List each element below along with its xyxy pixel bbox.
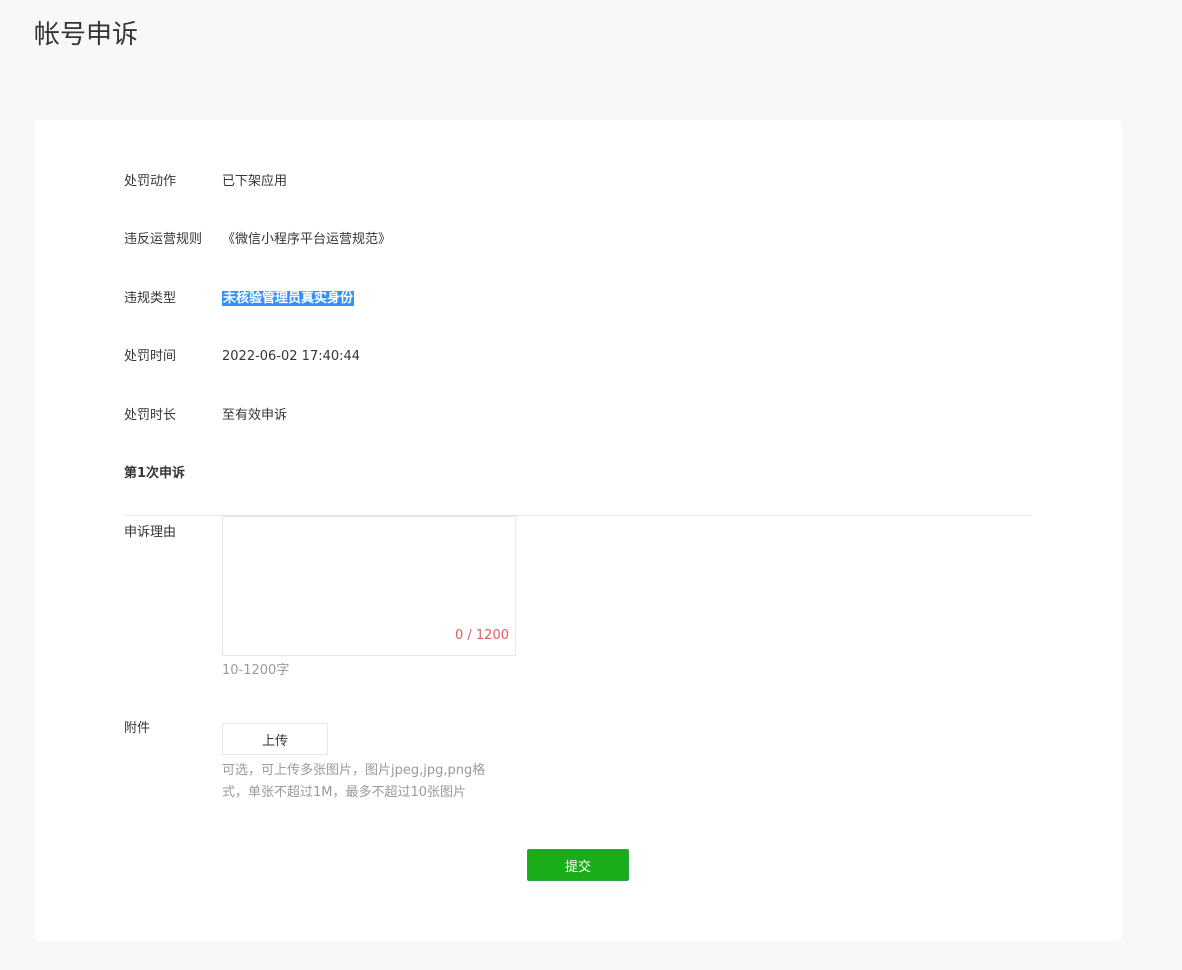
attachment-label: 附件 [124, 721, 151, 736]
violation-type-value: 未核验管理员真实身份 [222, 291, 355, 306]
appeal-section-title: 第1次申诉 [124, 466, 186, 481]
punish-duration-value: 至有效申诉 [222, 408, 288, 423]
reason-textarea-box: 0 / 1200 [222, 516, 516, 656]
attachment-hint-line2: 式，单张不超过1M，最多不超过10张图片 [222, 785, 467, 800]
appeal-card: 处罚动作 已下架应用 违反运营规则 《微信小程序平台运营规范》 违规类型 未核验… [34, 120, 1122, 941]
punish-action-label: 处罚动作 [124, 174, 177, 189]
reason-counter: 0 / 1200 [455, 628, 509, 643]
page-title: 帐号申诉 [34, 20, 139, 50]
punish-duration-label: 处罚时长 [124, 408, 177, 423]
punish-action-value: 已下架应用 [222, 174, 288, 189]
violation-type-label: 违规类型 [124, 291, 177, 306]
punish-time-label: 处罚时间 [124, 349, 177, 364]
rule-label: 违反运营规则 [124, 232, 203, 247]
attachment-hint-line1: 可选，可上传多张图片，图片jpeg,jpg,png格 [222, 763, 486, 778]
submit-button[interactable]: 提交 [527, 849, 629, 881]
violation-type-value-wrap: 未核验管理员真实身份 [222, 289, 355, 309]
rule-link[interactable]: 《微信小程序平台运营规范》 [222, 230, 391, 250]
reason-label: 申诉理由 [124, 525, 177, 540]
upload-button[interactable]: 上传 [222, 723, 328, 755]
reason-hint: 10-1200字 [222, 663, 290, 678]
punish-time-value: 2022-06-02 17:40:44 [222, 349, 361, 364]
